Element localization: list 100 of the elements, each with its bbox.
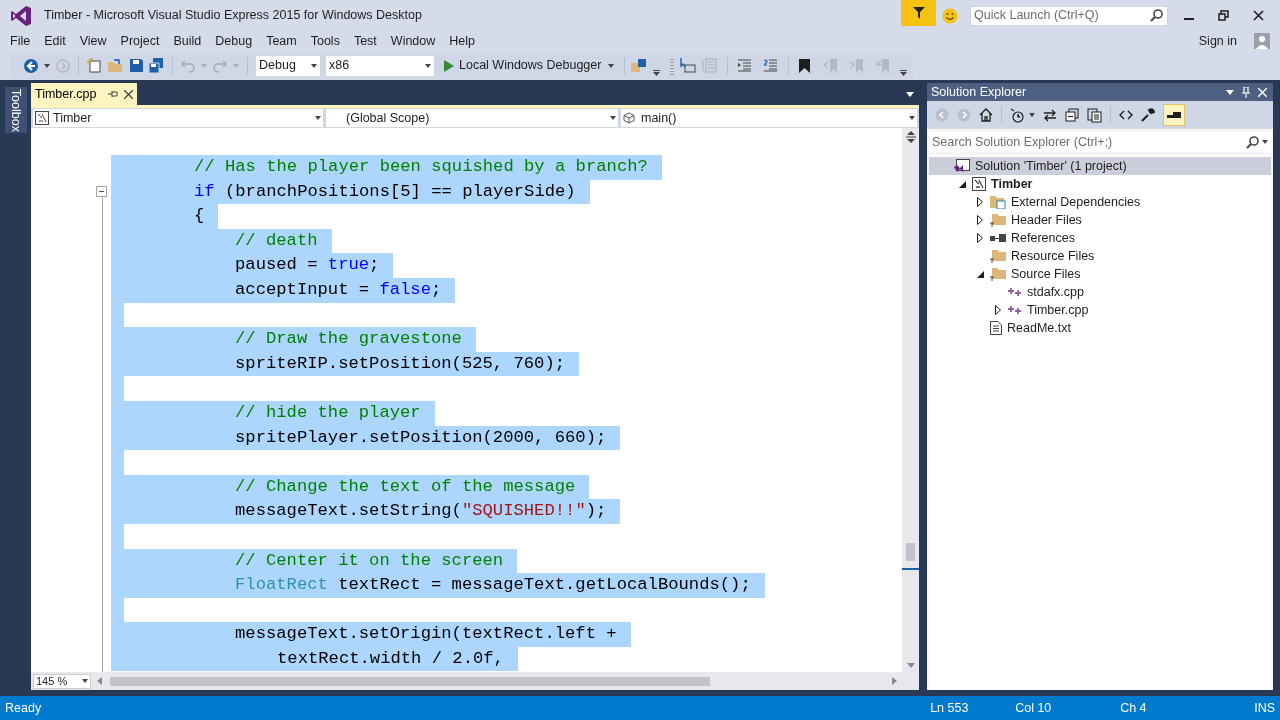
scroll-thumb[interactable]	[906, 543, 915, 561]
feedback-filter-button[interactable]	[901, 0, 936, 26]
status-text: Ch 4	[1120, 699, 1148, 717]
overflow-arrow-icon[interactable]	[653, 69, 661, 76]
cube-icon	[623, 112, 635, 124]
panel-header: Solution Explorer	[927, 83, 1273, 101]
collapse-all-icon[interactable]	[1065, 108, 1079, 122]
collapsed-arrow-icon[interactable]	[977, 215, 983, 225]
search-icon	[1246, 135, 1259, 149]
cpp-file-icon	[1008, 305, 1022, 315]
smiley-icon[interactable]	[942, 7, 958, 24]
tree-item[interactable]: Timber.cpp	[1027, 300, 1089, 320]
configuration-dropdown[interactable]: Debug	[256, 55, 320, 76]
dropdown-arrow-icon[interactable]	[44, 63, 50, 68]
project-dropdown[interactable]: Timber	[33, 109, 323, 127]
indent-icon[interactable]	[764, 59, 779, 72]
expanded-arrow-icon[interactable]	[958, 180, 966, 188]
scroll-right-arrow-icon[interactable]	[892, 677, 897, 685]
bookmark-icon[interactable]	[799, 58, 811, 73]
preview-toggle-button[interactable]	[1163, 104, 1185, 126]
collapsed-arrow-icon[interactable]	[977, 233, 983, 243]
dropdown-arrow-icon	[610, 116, 616, 120]
zoom-dropdown[interactable]: 145 %	[33, 673, 91, 689]
select-element-icon[interactable]	[680, 58, 697, 73]
menu-item[interactable]: View	[72, 31, 114, 51]
folder-icon	[990, 213, 1006, 227]
save-icon[interactable]	[130, 59, 143, 72]
dropdown-arrow-icon	[311, 63, 317, 68]
back-icon[interactable]	[24, 58, 38, 73]
tree-item[interactable]: Resource Files	[1011, 246, 1095, 266]
status-text: Ln 553	[930, 699, 970, 717]
dropdown-arrow-icon[interactable]	[1262, 140, 1268, 144]
new-project-icon[interactable]	[87, 58, 102, 73]
collapse-toggle-icon[interactable]	[96, 185, 107, 197]
folder-icon	[990, 195, 1006, 209]
menu-item[interactable]: File	[3, 31, 38, 51]
home-icon[interactable]	[979, 108, 993, 122]
dropdown-arrow-icon	[608, 63, 615, 68]
tree-item[interactable]: ReadMe.txt	[1007, 318, 1071, 338]
restore-icon[interactable]	[1218, 10, 1229, 21]
menu-item[interactable]: Test	[346, 31, 384, 51]
tree-item[interactable]: References	[1011, 228, 1075, 248]
document-tab[interactable]: Timber.cpp	[31, 83, 138, 105]
menu-item[interactable]: Tools	[303, 31, 347, 51]
tab-list-dropdown-icon[interactable]	[906, 92, 914, 97]
outdent-icon[interactable]	[738, 59, 753, 72]
project-icon	[972, 177, 986, 191]
member-dropdown[interactable]: main()	[621, 109, 917, 127]
copy-icon[interactable]	[1087, 107, 1102, 123]
save-all-icon[interactable]	[149, 58, 164, 73]
scroll-down-arrow-icon[interactable]	[906, 663, 915, 668]
tree-item[interactable]: stdafx.cpp	[1027, 282, 1084, 302]
window-title: Timber - Microsoft Visual Studio Express 2015 for Windows Desktop	[44, 7, 422, 25]
close-icon[interactable]	[124, 89, 134, 99]
text-file-icon	[990, 321, 1002, 335]
status-text: Ready	[5, 699, 43, 717]
menu-item[interactable]: Edit	[37, 31, 73, 51]
dropdown-arrow-icon	[315, 116, 321, 120]
tree-item[interactable]: External Dependencies	[1011, 192, 1141, 212]
expanded-arrow-icon[interactable]	[976, 270, 984, 278]
sync-icon[interactable]	[1043, 108, 1057, 122]
start-debugger-button[interactable]: Local Windows Debugger	[440, 55, 619, 76]
menu-item[interactable]: Project	[113, 31, 167, 51]
avatar-icon[interactable]	[1254, 33, 1270, 49]
menu-item[interactable]: Build	[166, 31, 209, 51]
collapsed-arrow-icon[interactable]	[995, 305, 1001, 315]
pin-icon[interactable]	[108, 90, 119, 98]
dropdown-arrow-icon	[909, 116, 915, 120]
tree-item[interactable]: Header Files	[1011, 210, 1082, 230]
status-text: INS	[1254, 699, 1275, 717]
split-handle-icon[interactable]	[905, 131, 916, 143]
scroll-left-arrow-icon[interactable]	[97, 677, 102, 685]
scope-dropdown[interactable]: (Global Scope)	[326, 109, 618, 127]
status-text: Col 10	[1015, 699, 1053, 717]
dropdown-arrow-icon[interactable]	[1029, 113, 1035, 117]
wrench-icon[interactable]	[1141, 108, 1155, 122]
toolbox-tab[interactable]: Toolbox	[4, 87, 27, 133]
quick-launch-field[interactable]: Quick Launch (Ctrl+Q)	[970, 5, 1168, 26]
visual-studio-logo-icon	[10, 4, 32, 27]
horizontal-scroll-thumb[interactable]	[110, 676, 710, 686]
menu-item[interactable]: Team	[259, 31, 304, 51]
play-icon	[444, 59, 454, 72]
sign-in-link[interactable]: Sign in	[1198, 31, 1237, 51]
tree-item[interactable]: Timber	[991, 174, 1033, 194]
overflow-arrow-icon[interactable]	[900, 69, 908, 76]
open-folder-icon[interactable]	[108, 58, 124, 73]
history-icon[interactable]	[1010, 107, 1025, 123]
platform-dropdown[interactable]: x86	[326, 55, 434, 76]
collapsed-arrow-icon[interactable]	[977, 197, 983, 207]
tree-item[interactable]: Solution 'Timber' (1 project)	[975, 156, 1127, 176]
dropdown-arrow-icon[interactable]	[1226, 89, 1234, 95]
close-icon[interactable]	[1253, 10, 1264, 21]
code-icon[interactable]	[1119, 110, 1133, 120]
menu-item[interactable]: Help	[442, 31, 482, 51]
tree-item[interactable]: Source Files	[1011, 264, 1081, 284]
menu-item[interactable]: Window	[383, 31, 443, 51]
dropdown-arrow-icon	[82, 679, 88, 683]
menu-item[interactable]: Debug	[208, 31, 260, 51]
cpp-file-icon	[1008, 287, 1022, 297]
folder-icon	[990, 267, 1006, 281]
